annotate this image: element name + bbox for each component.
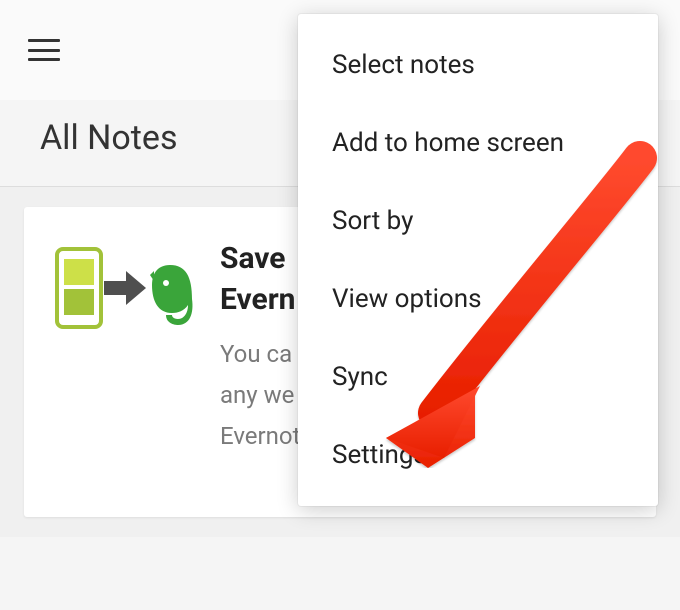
menu-item-settings[interactable]: Settings	[298, 416, 658, 494]
overflow-menu: Select notes Add to home screen Sort by …	[298, 14, 658, 506]
menu-item-sort-by[interactable]: Sort by	[298, 182, 658, 260]
promo-card-body: You ca any we Evernot	[220, 334, 300, 456]
menu-item-add-to-home-screen[interactable]: Add to home screen	[298, 104, 658, 182]
promo-card-title: Save Evern	[220, 239, 300, 320]
hamburger-icon[interactable]	[28, 39, 60, 61]
menu-item-view-options[interactable]: View options	[298, 260, 658, 338]
save-to-evernote-icon	[54, 245, 194, 335]
promo-card-text: Save Evern You ca any we Evernot	[220, 239, 300, 456]
menu-item-sync[interactable]: Sync	[298, 338, 658, 416]
menu-item-select-notes[interactable]: Select notes	[298, 26, 658, 104]
